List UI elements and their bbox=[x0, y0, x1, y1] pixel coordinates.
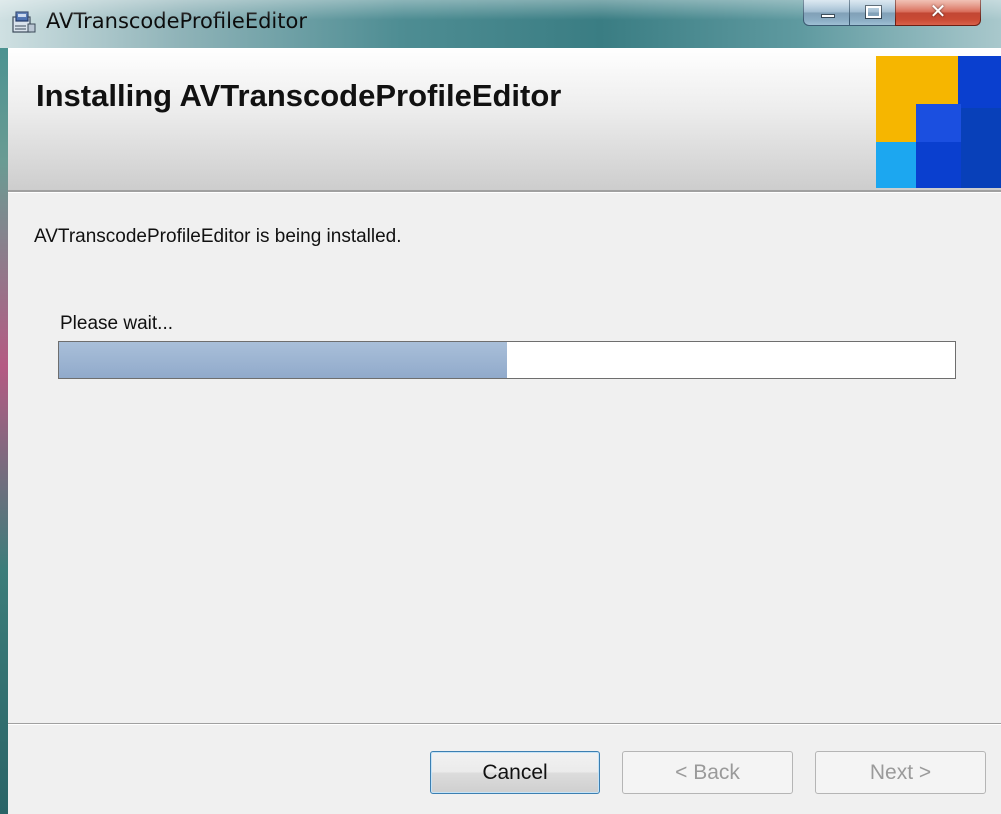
progress-fill bbox=[59, 342, 507, 378]
back-button[interactable]: < Back bbox=[622, 751, 793, 794]
maximize-icon bbox=[866, 6, 881, 18]
window-frame-left bbox=[0, 0, 8, 814]
header-banner: Installing AVTranscodeProfileEditor bbox=[8, 48, 1001, 190]
close-icon: ✕ bbox=[929, 1, 947, 23]
please-wait-label: Please wait... bbox=[60, 313, 173, 334]
window-title: AVTranscodeProfileEditor bbox=[46, 9, 307, 33]
close-button[interactable]: ✕ bbox=[895, 0, 981, 26]
installer-window: AVTranscodeProfileEditor ✕ Installing AV… bbox=[0, 0, 1001, 814]
next-button[interactable]: Next > bbox=[815, 751, 986, 794]
installer-logo bbox=[876, 56, 1001, 188]
install-progress-bar bbox=[58, 341, 956, 379]
maximize-button[interactable] bbox=[849, 0, 896, 26]
install-status-text: AVTranscodeProfileEditor is being instal… bbox=[34, 226, 402, 247]
minimize-icon bbox=[821, 14, 835, 18]
header-separator bbox=[8, 190, 1001, 193]
minimize-button[interactable] bbox=[803, 0, 850, 26]
installer-package-icon[interactable] bbox=[10, 8, 38, 36]
footer-separator bbox=[8, 723, 1001, 725]
banner-title: Installing AVTranscodeProfileEditor bbox=[36, 78, 562, 113]
title-bar[interactable]: AVTranscodeProfileEditor ✕ bbox=[0, 0, 1001, 48]
cancel-button[interactable]: Cancel bbox=[430, 751, 600, 794]
